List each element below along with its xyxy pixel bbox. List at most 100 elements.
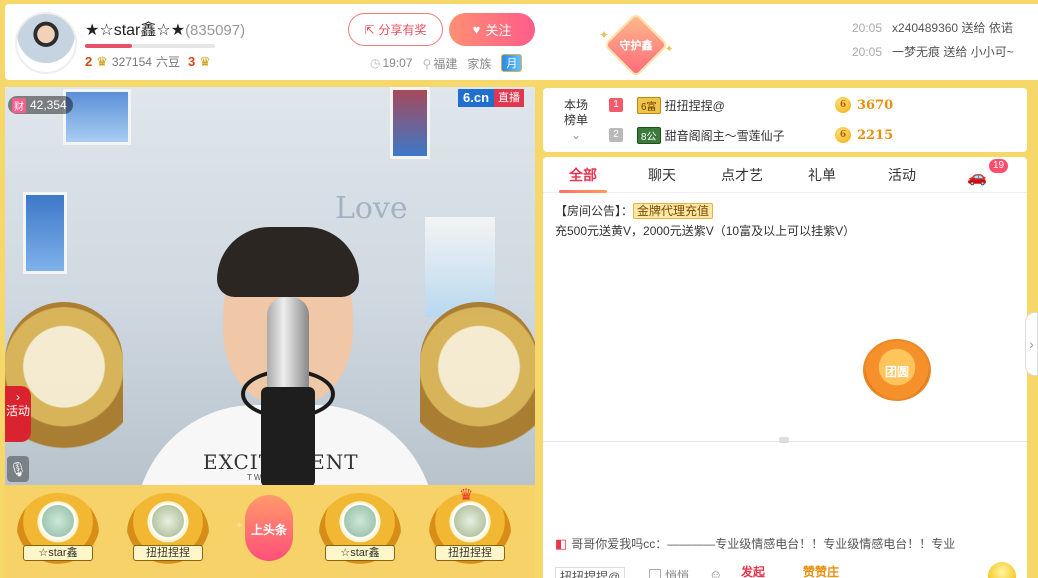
anchor-avatar[interactable] xyxy=(15,12,77,74)
resize-handle[interactable] xyxy=(779,437,789,443)
share-button[interactable]: ⇱ 分享有奖 xyxy=(348,13,443,46)
gift-log-row: 20:05 一梦无痕 送给 小小可~ xyxy=(852,45,1014,59)
chat-input-row: 扭扭捏捏@ 悄悄 ☺ 发起 赞赞庄 xyxy=(543,561,1027,578)
seat-name: ☆star鑫 xyxy=(23,545,93,561)
meta-row: ◷ 19:07 ⚲ 福建 家族 月 xyxy=(370,54,523,72)
broadcast-time: 19:07 xyxy=(382,56,413,70)
live-label: 直播 xyxy=(494,89,525,107)
chat-panel: 全部 聊天 点才艺 礼单 活动 🚗 19 【房间公告】： 金牌代理充值 充500元… xyxy=(543,157,1027,578)
tab-all[interactable]: 全部 xyxy=(569,157,597,193)
crown-icon: ♛ xyxy=(96,53,108,69)
wealth-level: 2 xyxy=(85,54,93,69)
tab-talent[interactable]: 点才艺 xyxy=(721,157,763,193)
follow-button[interactable]: ♥ 关注 xyxy=(449,13,535,46)
streamer-hair xyxy=(217,227,359,297)
mooncake-label: 团圆 xyxy=(884,365,909,379)
beans-unit: 六豆 xyxy=(155,55,180,69)
live-video[interactable]: Love EXCITEMENT TWINA xyxy=(5,87,535,485)
seat-avatar xyxy=(342,503,378,539)
wall-painting xyxy=(23,192,67,274)
fortune-badge: 财 42,354 xyxy=(8,96,73,114)
seat[interactable]: 扭扭捏捏 xyxy=(127,493,209,573)
room-notice: 【房间公告】： 金牌代理充值 充500元送黄V，2000元送紫V（10富及以上可以… xyxy=(555,201,1015,241)
like-button[interactable]: 赞赞庄 xyxy=(803,563,839,578)
follow-label: 关注 xyxy=(485,23,512,38)
coin-icon: 6 xyxy=(835,97,851,113)
mic-icon[interactable]: 🎙 xyxy=(7,456,29,482)
seat-name: 扭扭捏捏 xyxy=(435,545,505,561)
sparkle-icon: ✦ xyxy=(665,44,674,55)
chevron-right-icon[interactable]: › xyxy=(1025,312,1038,376)
wall-text: Love xyxy=(335,191,408,226)
seat-name: ☆star鑫 xyxy=(325,545,395,561)
notice-prefix: 【房间公告】： xyxy=(555,204,634,218)
share-icon: ⇱ xyxy=(364,22,375,37)
rank-number: 2 xyxy=(609,128,623,142)
rank-row[interactable]: 2 8公 甜音阁阁主～雪莲仙子 xyxy=(609,123,785,147)
seat[interactable]: ☆star鑫 xyxy=(319,493,401,573)
rank-value: 6 2215 xyxy=(835,123,893,147)
level-progress-bar xyxy=(85,44,215,48)
recipient-select[interactable]: 扭扭捏捏@ xyxy=(555,567,626,578)
sparkle-icon: ✦ xyxy=(599,28,610,42)
anchor-name[interactable]: ★☆star鑫☆★ xyxy=(85,22,185,39)
noble-badge: 8公 xyxy=(637,126,661,144)
clock-icon: ◷ xyxy=(370,56,381,70)
room-id: (835097) xyxy=(185,22,246,39)
mooncake-icon[interactable]: 团圆 xyxy=(863,339,931,401)
month-badge[interactable]: 月 xyxy=(501,54,523,72)
seat[interactable]: ☆star鑫 xyxy=(17,493,99,573)
coin-icon: 6 xyxy=(835,127,851,143)
location-icon: ⚲ xyxy=(422,56,432,71)
chevron-right-icon: › xyxy=(16,390,20,404)
guard-button[interactable]: 守护鑫 ✦ ✦ xyxy=(599,12,674,78)
microphone xyxy=(267,297,309,397)
rank-user-name[interactable]: 甜音阁阁主～雪莲仙子 xyxy=(665,127,785,144)
gift-log-row: 20:05 x240489360 送给 依诺 xyxy=(852,21,1013,35)
seat-bar: ☆star鑫 扭扭捏捏 上头条 ✦ ☆star鑫 ♛ 扭扭捏捏 xyxy=(5,485,535,578)
rank-user-name[interactable]: 扭扭捏捏@ xyxy=(665,97,725,114)
wall-painting xyxy=(63,89,131,145)
tab-chat[interactable]: 聊天 xyxy=(648,157,676,193)
car-icon[interactable]: 🚗 xyxy=(967,167,987,187)
activity-label: 活动 xyxy=(5,404,30,418)
heart-icon: ♥ xyxy=(472,22,481,37)
rank-title[interactable]: 本场 榜单 ⌄ xyxy=(561,98,591,143)
fortune-value: 42,354 xyxy=(30,98,67,112)
gift-log: 20:05 x240489360 送给 依诺 20:05 一梦无痕 送给 小小可~ xyxy=(852,16,1014,64)
brand-watermark: 6.cn 直播 xyxy=(458,89,525,107)
broadcast-marquee: ◧ 哥哥你爱我吗cc：————专业级情感电台！！专业级情感电台！！专业 xyxy=(555,535,1023,552)
notice-text: 充500元送黄V，2000元送紫V（10富及以上可以挂紫V） xyxy=(555,224,856,238)
whisper-checkbox[interactable] xyxy=(649,569,661,578)
agent-recharge-tag[interactable]: 金牌代理充值 xyxy=(633,203,714,219)
chat-tabs: 全部 聊天 点才艺 礼单 活动 🚗 19 xyxy=(543,157,1027,193)
chevron-down-icon: ⌄ xyxy=(570,128,582,142)
anchor-level: 3 xyxy=(187,54,196,69)
car-count-badge: 19 xyxy=(989,159,1009,173)
beans-value: 327154 xyxy=(111,54,152,69)
emoji-icon[interactable]: ☺ xyxy=(709,567,722,578)
sparkle-icon: ✦ xyxy=(235,521,244,532)
microphone-body xyxy=(261,387,315,485)
share-label: 分享有奖 xyxy=(378,23,427,37)
seat-avatar xyxy=(452,503,488,539)
activity-tab[interactable]: › 活动 xyxy=(5,386,31,442)
tab-events[interactable]: 活动 xyxy=(888,157,916,193)
rank-row[interactable]: 1 6富 扭扭捏捏@ xyxy=(609,93,725,117)
headline-label: 上头条 xyxy=(250,523,287,537)
seat-name: 扭扭捏捏 xyxy=(133,545,203,561)
fortune-tag: 财 xyxy=(12,97,26,113)
rank-value: 6 3670 xyxy=(835,93,893,117)
whisper-label: 悄悄 xyxy=(665,569,690,578)
seat-avatar xyxy=(40,503,76,539)
seat[interactable]: ♛ 扭扭捏捏 xyxy=(429,487,511,573)
family-label: 家族 xyxy=(467,56,492,71)
wealth-badge: 6富 xyxy=(637,96,661,114)
tab-underline xyxy=(559,190,607,193)
rank-panel: 本场 榜单 ⌄ 1 6富 扭扭捏捏@ 6 3670 2 8公 甜音阁阁主～雪莲仙… xyxy=(543,88,1027,152)
headline-button[interactable]: 上头条 ✦ xyxy=(235,495,297,567)
crown-icon: ♛ xyxy=(459,487,474,504)
location: 福建 xyxy=(433,56,458,71)
launch-button[interactable]: 发起 xyxy=(741,563,765,578)
tab-gift-list[interactable]: 礼单 xyxy=(808,157,836,193)
